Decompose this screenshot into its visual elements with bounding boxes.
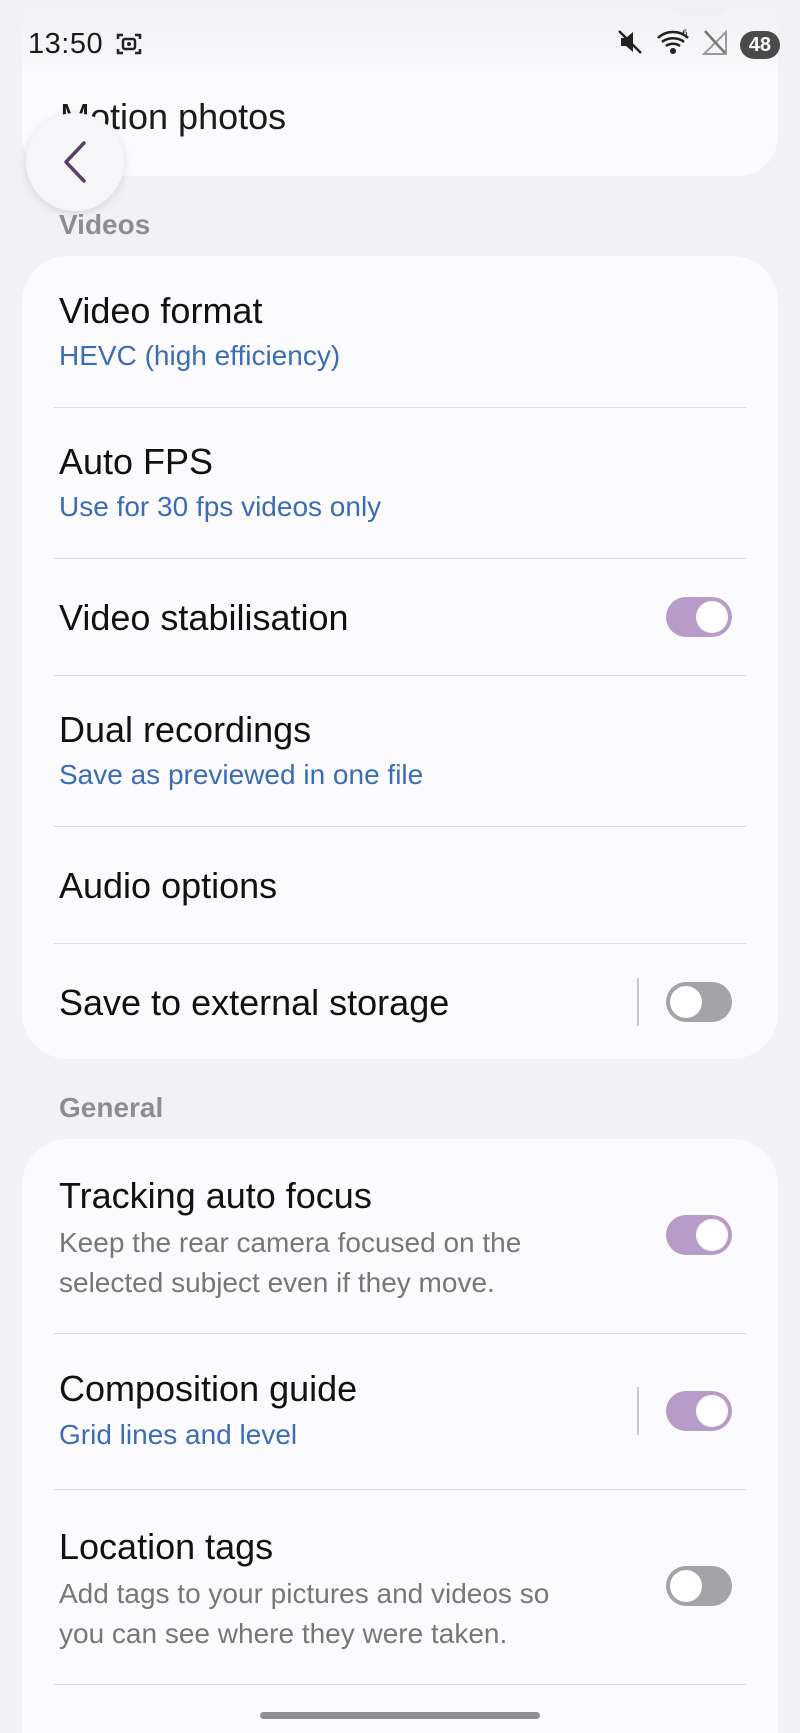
setting-video-stabilisation[interactable]: Video stabilisation bbox=[22, 559, 778, 675]
section-header-videos: Videos bbox=[59, 209, 151, 240]
setting-location-tags[interactable]: Location tags Add tags to your pictures … bbox=[22, 1490, 778, 1684]
setting-composition-guide[interactable]: Composition guide Grid lines and level bbox=[22, 1334, 778, 1489]
auto-fps-title: Auto FPS bbox=[59, 441, 214, 482]
svg-text:6: 6 bbox=[682, 29, 688, 39]
separator bbox=[637, 978, 639, 1026]
composition-guide-toggle[interactable] bbox=[666, 1391, 732, 1431]
status-bar: 13:50 6 48 bbox=[0, 0, 800, 62]
tracking-af-desc-line1: Keep the rear camera focused on the bbox=[59, 1227, 522, 1258]
setting-auto-fps[interactable]: Auto FPS Use for 30 fps videos only bbox=[22, 408, 778, 558]
dual-recordings-value: Save as previewed in one file bbox=[59, 759, 424, 790]
composition-guide-value: Grid lines and level bbox=[59, 1419, 298, 1450]
videos-card: Video format HEVC (high efficiency) Auto… bbox=[22, 256, 778, 1059]
no-signal-icon bbox=[701, 28, 728, 61]
tracking-af-desc-line2: selected subject even if they move. bbox=[59, 1267, 495, 1298]
auto-fps-value: Use for 30 fps videos only bbox=[59, 491, 382, 522]
location-tags-desc-line1: Add tags to your pictures and videos so bbox=[59, 1578, 550, 1609]
setting-save-external-storage[interactable]: Save to external storage bbox=[22, 944, 778, 1059]
video-stabilisation-toggle[interactable] bbox=[666, 597, 732, 637]
toggle-knob bbox=[670, 986, 702, 1018]
location-tags-desc-line2: you can see where they were taken. bbox=[59, 1618, 508, 1649]
toggle-knob bbox=[670, 1570, 702, 1602]
divider bbox=[54, 1684, 746, 1685]
tracking-af-toggle[interactable] bbox=[666, 1215, 732, 1255]
tracking-af-title: Tracking auto focus bbox=[59, 1175, 372, 1216]
setting-tracking-auto-focus[interactable]: Tracking auto focus Keep the rear camera… bbox=[22, 1139, 778, 1333]
setting-audio-options[interactable]: Audio options bbox=[22, 827, 778, 943]
general-card: Tracking auto focus Keep the rear camera… bbox=[22, 1139, 778, 1733]
chevron-left-icon bbox=[64, 141, 86, 183]
home-indicator[interactable] bbox=[260, 1712, 540, 1719]
video-format-value: HEVC (high efficiency) bbox=[59, 340, 341, 371]
screenshot-icon bbox=[116, 32, 142, 61]
separator bbox=[637, 1387, 639, 1435]
section-header-general: General bbox=[59, 1092, 164, 1123]
save-external-toggle[interactable] bbox=[666, 982, 732, 1022]
location-tags-toggle[interactable] bbox=[666, 1566, 732, 1606]
status-icons: 6 48 bbox=[616, 28, 780, 61]
status-time: 13:50 bbox=[28, 28, 104, 60]
video-format-title: Video format bbox=[59, 290, 263, 331]
setting-dual-recordings[interactable]: Dual recordings Save as previewed in one… bbox=[22, 676, 778, 826]
dual-recordings-title: Dual recordings bbox=[59, 709, 312, 750]
composition-guide-title: Composition guide bbox=[59, 1368, 358, 1409]
wifi-icon: 6 bbox=[656, 28, 690, 61]
audio-options-title: Audio options bbox=[59, 865, 278, 906]
location-tags-title: Location tags bbox=[59, 1526, 274, 1567]
video-stabilisation-title: Video stabilisation bbox=[59, 597, 349, 638]
back-button[interactable] bbox=[26, 113, 124, 211]
toggle-knob bbox=[696, 601, 728, 633]
battery-indicator: 48 bbox=[739, 30, 780, 59]
mute-icon bbox=[616, 28, 644, 61]
setting-video-format[interactable]: Video format HEVC (high efficiency) bbox=[22, 256, 778, 407]
save-external-title: Save to external storage bbox=[59, 982, 450, 1023]
toggle-knob bbox=[696, 1395, 728, 1427]
toggle-knob bbox=[696, 1219, 728, 1251]
